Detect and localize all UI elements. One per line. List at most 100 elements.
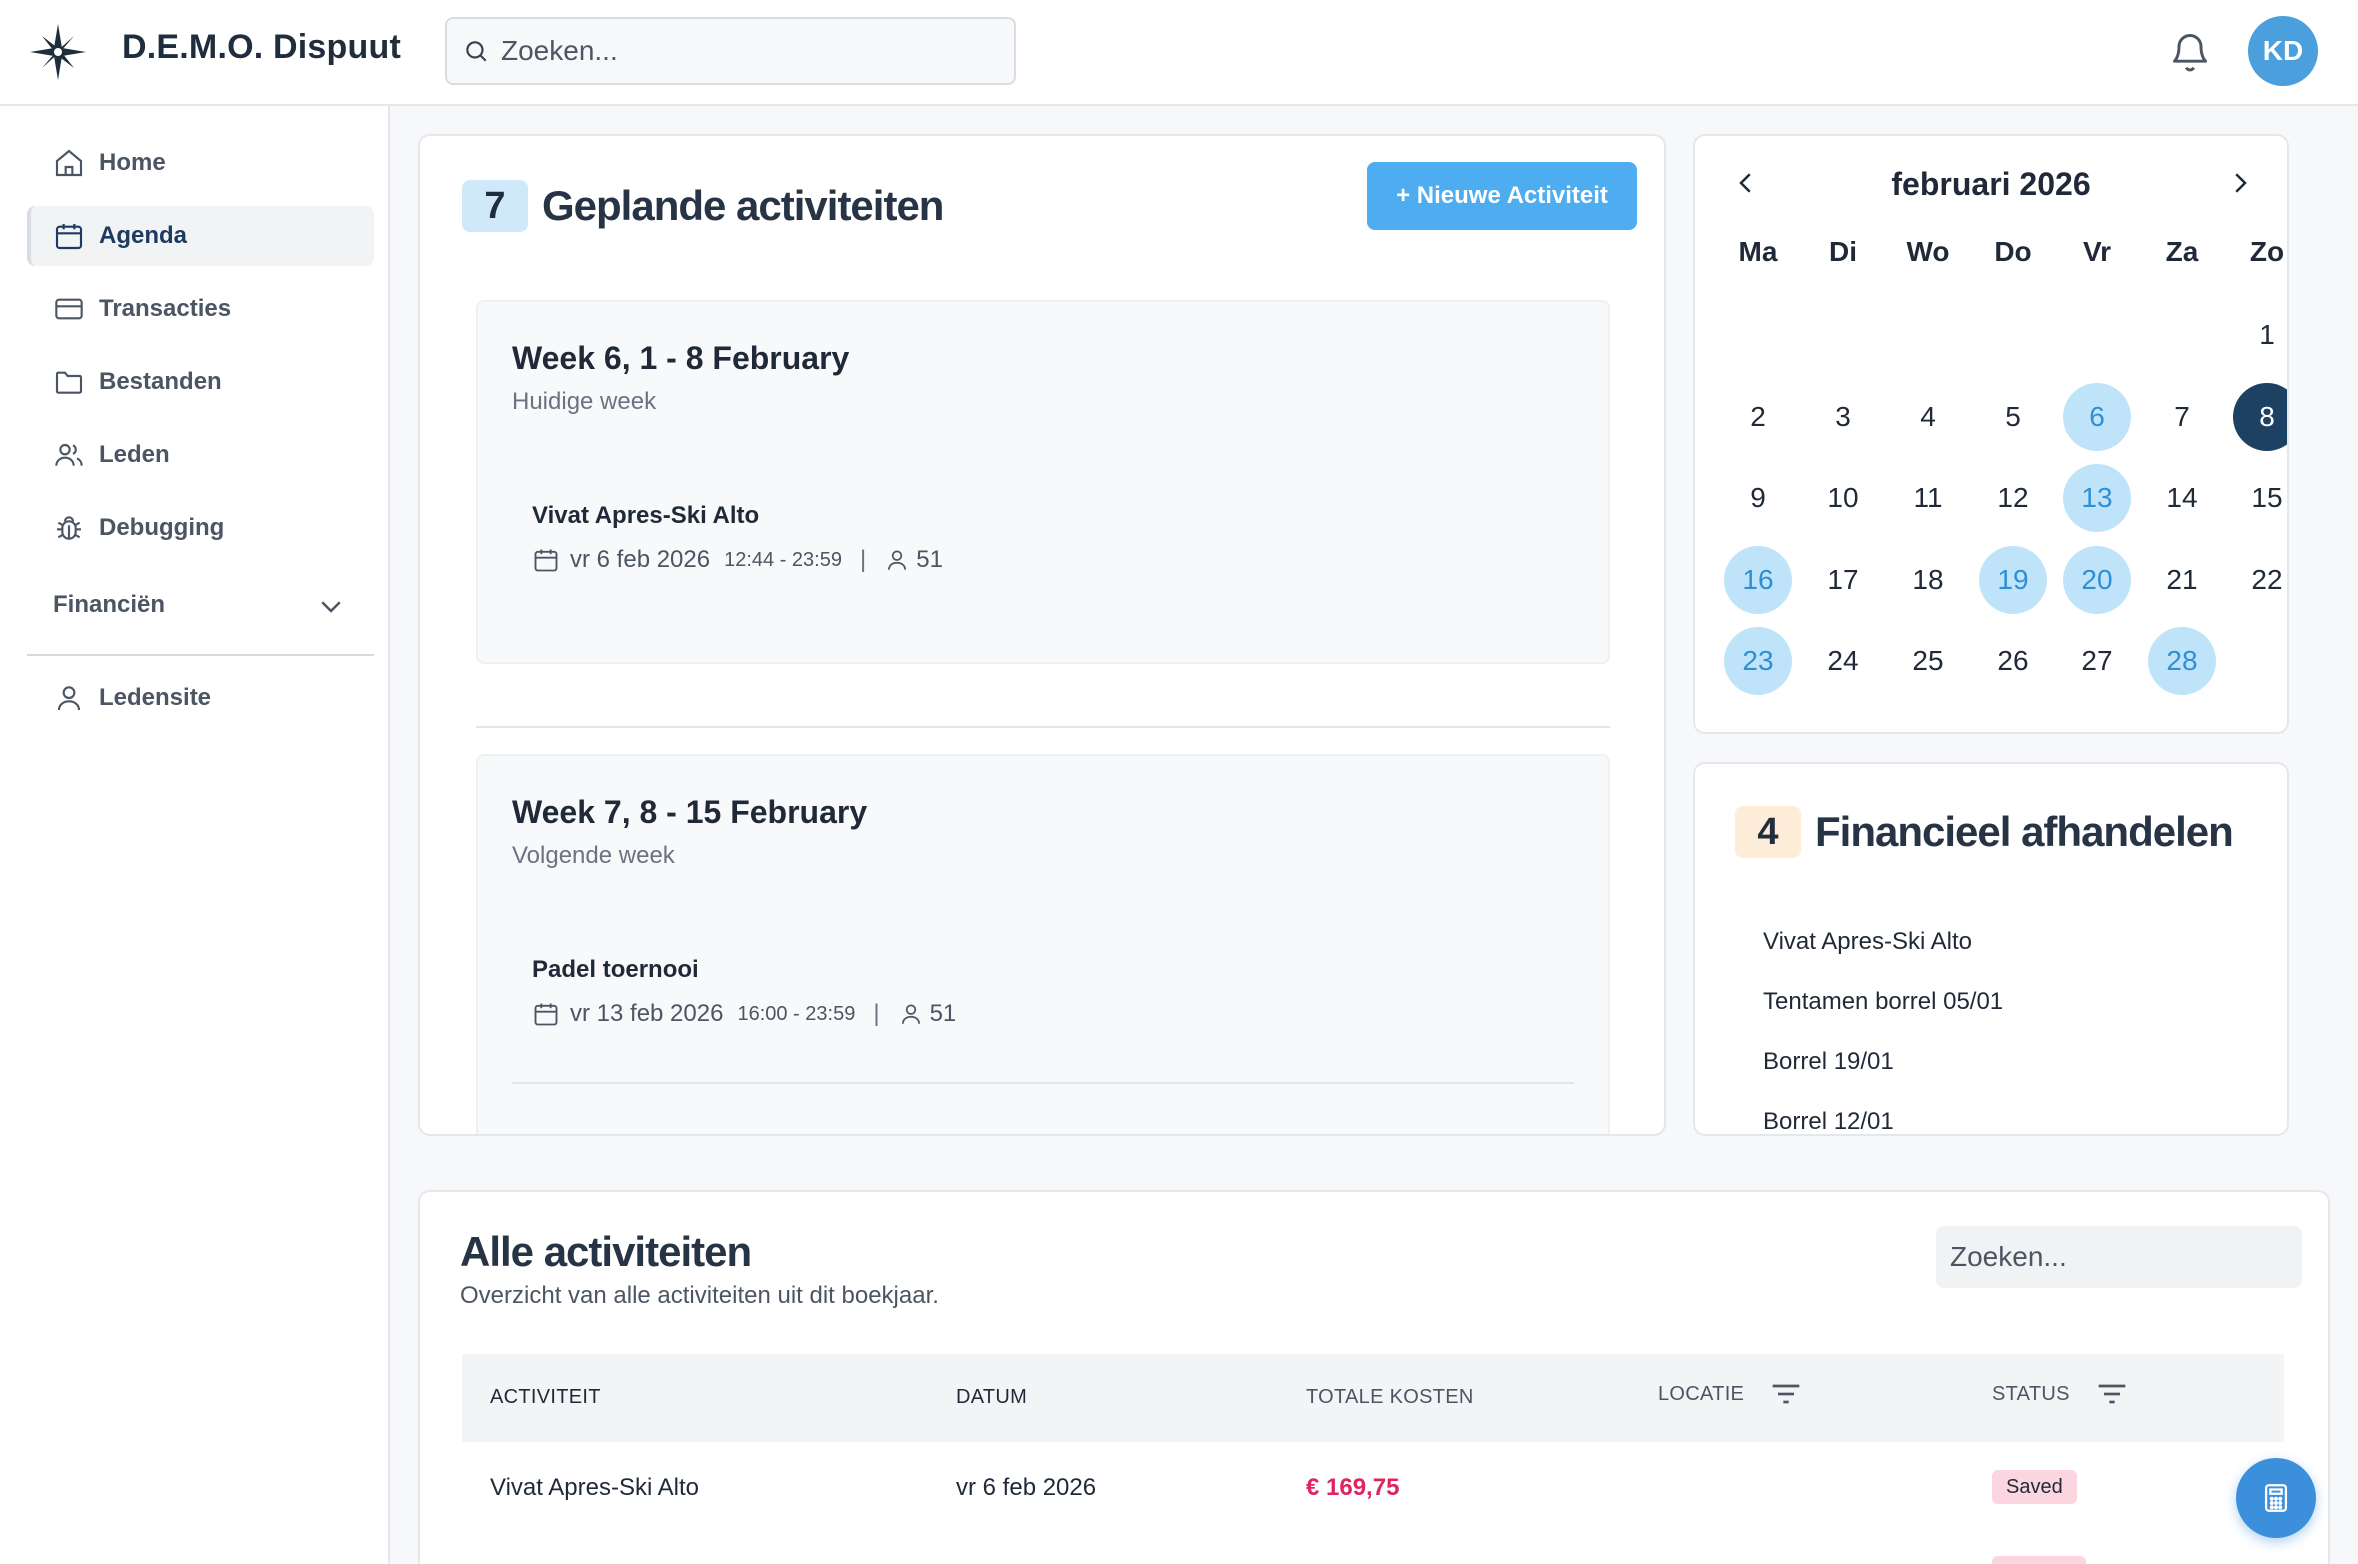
calendar-day[interactable]: 12 [1979, 464, 2047, 532]
all-activities-subtitle: Overzicht van alle activiteiten uit dit … [460, 1282, 939, 1309]
calendar-icon [55, 224, 83, 250]
sidebar-item-label: Home [99, 149, 166, 176]
activity-time: 12:44 - 23:59 [724, 548, 842, 571]
calendar-day[interactable]: 1 [2233, 301, 2287, 369]
calendar-day[interactable]: 6 [2063, 382, 2131, 451]
user-avatar[interactable]: KD [2248, 16, 2318, 86]
financial-title: Financieel afhandelen [1815, 808, 2234, 855]
sidebar-item-ledensite[interactable]: Ledensite [27, 668, 374, 728]
financial-item-label: Borrel 19/01 [1763, 1048, 1894, 1075]
calendar-day[interactable]: 2 [1724, 383, 1792, 451]
financial-count-badge: 4 [1735, 806, 1801, 858]
activities-search-input[interactable] [1936, 1226, 2302, 1288]
activity-divider [512, 1082, 1574, 1084]
calendar-day[interactable]: 5 [1979, 383, 2047, 451]
calendar-day[interactable]: 22 [2233, 546, 2287, 614]
calendar-card: februari 2026 Ma Di Wo Do Vr Za Zo 1 2 3 4 5 6 7 8 9 10 1… [1693, 134, 2289, 734]
week-title: Week 7, 8 - 15 February [512, 794, 868, 830]
calendar-day[interactable]: 27 [2063, 627, 2131, 695]
all-activities-title: Alle activiteiten [460, 1228, 752, 1275]
column-header-activiteit[interactable]: ACTIVITEIT [490, 1386, 601, 1409]
global-search[interactable] [445, 17, 1016, 85]
week-group: Week 7, 8 - 15 February Volgende week Pa… [476, 754, 1610, 1134]
users-icon [55, 443, 83, 466]
sidebar-group-financien[interactable]: Financiën [27, 575, 374, 635]
folder-icon [55, 371, 83, 394]
weekday-header: Za [2165, 236, 2199, 267]
activity-meta: vr 6 feb 2026 12:44 - 23:59 | 51 [532, 546, 943, 574]
sidebar-group-label: Financiën [53, 591, 166, 618]
calendar-day[interactable]: 7 [2148, 383, 2216, 451]
calendar-month: februari 2026 [1891, 166, 2091, 202]
activity-name[interactable]: Padel toernooi [532, 956, 699, 984]
sidebar-item-home[interactable]: Home [27, 133, 374, 193]
bug-icon [57, 516, 81, 540]
week-divider [476, 726, 1610, 728]
calendar-day[interactable]: 15 [2233, 464, 2287, 532]
chevron-right-icon[interactable] [2225, 168, 2255, 198]
financial-item-label: Vivat Apres-Ski Alto [1763, 928, 1972, 955]
calendar-day[interactable]: 21 [2148, 546, 2216, 614]
home-icon [55, 149, 83, 177]
financial-item[interactable]: Tentamen borrel 05/01 [1763, 988, 2287, 1016]
calendar-day[interactable]: 13 [2063, 464, 2131, 532]
calendar-day[interactable]: 4 [1894, 383, 1962, 451]
column-header-totale-kosten[interactable]: TOTALE KOSTEN [1306, 1386, 1474, 1409]
notification-bell-icon[interactable] [2168, 28, 2212, 76]
activity-name[interactable]: Vivat Apres-Ski Alto [532, 502, 759, 530]
new-activity-button[interactable]: + Nieuwe Activiteit [1367, 162, 1637, 230]
calendar-day[interactable]: 8 [2233, 382, 2287, 451]
filter-icon[interactable] [2096, 1380, 2128, 1408]
status-badge [1992, 1556, 2086, 1564]
calendar-day[interactable]: 28 [2148, 627, 2216, 695]
sidebar-item-agenda[interactable]: Agenda [27, 206, 374, 266]
weekday-header: Wo [1906, 236, 1950, 267]
calendar-day[interactable]: 11 [1894, 464, 1962, 532]
global-search-input[interactable] [501, 35, 971, 67]
calendar-day[interactable]: 25 [1894, 627, 1962, 695]
calendar-day[interactable]: 19 [1979, 545, 2047, 614]
calendar-day[interactable]: 16 [1724, 545, 1792, 614]
table-header: ACTIVITEIT DATUM TOTALE KOSTEN LOCATIE S… [462, 1354, 2284, 1442]
activity-attendees: 51 [929, 1000, 957, 1027]
calendar-day[interactable]: 17 [1809, 546, 1877, 614]
financial-item[interactable]: Vivat Apres-Ski Alto [1763, 928, 2287, 956]
calendar-day[interactable]: 10 [1809, 464, 1877, 532]
calendar-day[interactable]: 24 [1809, 627, 1877, 695]
planned-title: Geplande activiteiten [542, 182, 944, 229]
brand-name[interactable]: D.E.M.O. Dispuut [122, 28, 401, 67]
user-icon [57, 686, 81, 711]
calendar-day[interactable]: 9 [1724, 464, 1792, 532]
calculator-icon [2264, 1484, 2288, 1512]
sidebar-item-transacties[interactable]: Transacties [27, 279, 374, 339]
user-icon [888, 550, 907, 570]
sidebar-item-bestanden[interactable]: Bestanden [27, 352, 374, 412]
calendar-day[interactable]: 3 [1809, 383, 1877, 451]
activity-attendees: 51 [916, 546, 943, 573]
calendar-day[interactable]: 20 [2063, 545, 2131, 614]
week-subtitle: Huidige week [512, 388, 657, 415]
calendar-day[interactable]: 26 [1979, 627, 2047, 695]
sidebar-item-debugging[interactable]: Debugging [27, 498, 374, 558]
activity-date: vr 6 feb 2026 [570, 546, 711, 573]
meta-separator: | [859, 546, 867, 573]
weekday-header: Ma [1738, 236, 1778, 267]
filter-icon[interactable] [1770, 1380, 1802, 1408]
sidebar-item-label: Agenda [99, 222, 188, 249]
calculator-fab-button[interactable] [2236, 1458, 2316, 1538]
column-header-datum[interactable]: DATUM [956, 1386, 1027, 1409]
sidebar-item-leden[interactable]: Leden [27, 425, 374, 485]
column-header-status[interactable]: STATUS [1992, 1380, 2128, 1408]
planned-activities-card: 7 Geplande activiteiten + Nieuwe Activit… [418, 134, 1666, 1136]
financial-item[interactable]: Borrel 12/01 [1763, 1108, 2287, 1135]
calendar-day[interactable]: 18 [1894, 546, 1962, 614]
user-icon [901, 1004, 920, 1024]
column-header-locatie[interactable]: LOCATIE [1658, 1380, 1802, 1408]
sidebar: Home Agenda Transacties Bestanden Leden … [0, 106, 390, 1564]
financial-item[interactable]: Borrel 19/01 [1763, 1048, 2287, 1076]
financial-item-label: Borrel 12/01 [1763, 1108, 1894, 1135]
financial-item-label: Tentamen borrel 05/01 [1763, 988, 2004, 1015]
calendar-day[interactable]: 23 [1724, 627, 1792, 695]
compass-logo-icon[interactable] [28, 22, 88, 82]
calendar-day[interactable]: 14 [2148, 464, 2216, 532]
